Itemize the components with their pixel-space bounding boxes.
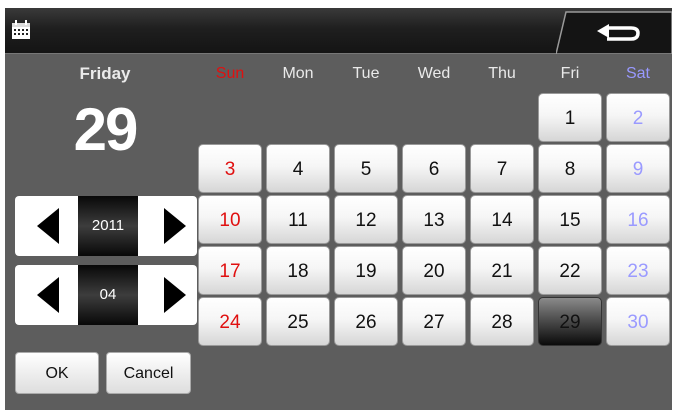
year-value: 2011 [78,196,138,256]
weekday-thu: Thu [488,65,516,82]
ok-button[interactable]: OK [15,352,99,394]
weekday-sat: Sat [625,65,650,82]
calendar-day[interactable]: 2 [606,93,670,142]
calendar-day[interactable]: 23 [606,246,670,295]
calendar-day[interactable]: 13 [402,195,466,244]
title-bar [5,8,672,54]
month-next-button[interactable] [150,271,198,319]
calendar-day[interactable]: 4 [266,144,330,193]
month-spinner: 04 [15,265,197,325]
calendar-day[interactable]: 6 [402,144,466,193]
calendar-day[interactable]: 8 [538,144,602,193]
calendar-day[interactable]: 7 [470,144,534,193]
calendar-day[interactable]: 14 [470,195,534,244]
calendar-day[interactable]: 3 [198,144,262,193]
calendar-day[interactable]: 12 [334,195,398,244]
calendar-day[interactable]: 24 [198,297,262,346]
calendar-day[interactable]: 9 [606,144,670,193]
selected-day-number: 29 [73,96,139,163]
month-value: 04 [78,265,138,325]
calendar-day[interactable]: 20 [402,246,466,295]
calendar-icon [12,20,30,39]
year-spinner: 2011 [15,196,197,256]
return-arrow-icon [597,24,640,41]
calendar-day-selected[interactable]: 29 [538,297,602,346]
weekday-wed: Wed [417,65,451,82]
calendar-day[interactable]: 25 [266,297,330,346]
month-previous-button[interactable] [25,271,73,319]
year-next-button[interactable] [150,202,198,250]
calendar-day[interactable]: 26 [334,297,398,346]
cancel-button[interactable]: Cancel [106,352,191,394]
calendar-day[interactable]: 22 [538,246,602,295]
date-picker-window: Friday 29 2011 04 OK Cancel Sun Mon Tue Wed… [5,8,672,410]
year-previous-button[interactable] [25,202,73,250]
weekday-mon: Mon [282,65,314,82]
calendar-day[interactable]: 28 [470,297,534,346]
calendar-day[interactable]: 5 [334,144,398,193]
calendar-day[interactable]: 16 [606,195,670,244]
weekday-fri: Fri [560,65,580,82]
calendar-day[interactable]: 17 [198,246,262,295]
calendar-day[interactable]: 18 [266,246,330,295]
calendar-day[interactable]: 19 [334,246,398,295]
weekday-sun: Sun [215,65,245,82]
selected-weekday: Friday [79,64,131,83]
calendar-day[interactable]: 1 [538,93,602,142]
calendar-day[interactable]: 15 [538,195,602,244]
calendar-day[interactable]: 21 [470,246,534,295]
calendar-day[interactable]: 30 [606,297,670,346]
calendar-day[interactable]: 11 [266,195,330,244]
calendar-day[interactable]: 27 [402,297,466,346]
calendar-day[interactable]: 10 [198,195,262,244]
weekday-tue: Tue [352,65,380,82]
